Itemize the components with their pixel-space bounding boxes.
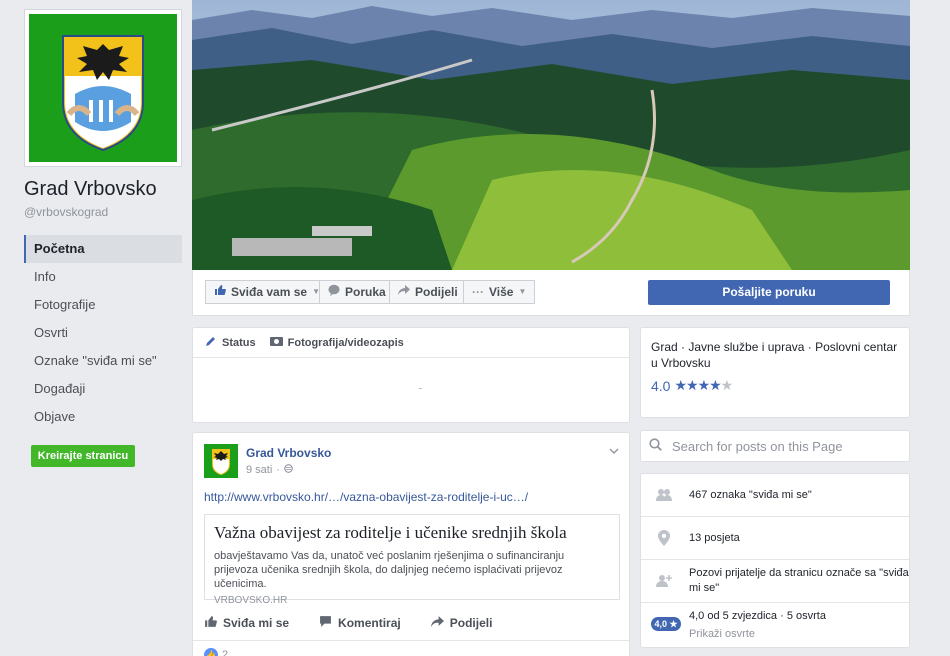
like-reaction-icon: 👍	[204, 648, 218, 656]
page-location: u Vrbovsku	[651, 356, 711, 370]
page-handle: @vrbovskograd	[24, 205, 109, 219]
sidebar-item-likes[interactable]: Oznake "sviđa mi se"	[24, 347, 182, 375]
profile-picture[interactable]	[24, 9, 182, 167]
post-share-button[interactable]: Podijeli	[430, 615, 493, 631]
post-author-avatar[interactable]	[204, 444, 238, 478]
more-button[interactable]: ··· Više ▼	[463, 280, 536, 304]
send-message-button[interactable]: Pošaljite poruku	[648, 280, 890, 305]
page-title[interactable]: Grad Vrbovsko	[24, 178, 157, 201]
search-input[interactable]	[672, 438, 902, 454]
link-card-description: obavještavamo Vas da, unatoč već poslani…	[214, 550, 565, 590]
create-page-button[interactable]: Kreirajte stranicu	[31, 445, 135, 467]
rating-stars: ★★★★★	[674, 377, 733, 393]
message-button[interactable]: Poruka	[319, 280, 395, 304]
share-page-button[interactable]: Podijeli	[389, 280, 467, 304]
post-like-button[interactable]: Sviđa mi se	[204, 615, 289, 631]
sidebar-item-reviews[interactable]: Osvrti	[24, 319, 182, 347]
left-column: Grad Vrbovsko @vrbovskograd Početna Info…	[0, 0, 192, 656]
sidebar-item-info[interactable]: Info	[24, 263, 182, 291]
show-reviews-link[interactable]: Prikaži osvrte	[689, 627, 755, 642]
stat-visits-text: 13 posjeta	[689, 531, 740, 544]
post-comment-label: Komentiraj	[338, 616, 401, 630]
rating-badge: 4,0 ★	[651, 617, 681, 631]
location-pin-icon	[655, 529, 673, 547]
composer-placeholder-mark[interactable]	[419, 388, 422, 389]
stat-visits-row[interactable]: 13 posjeta	[641, 517, 909, 560]
rating-value: 4.0	[651, 377, 671, 394]
stat-likes-text: 467 oznaka "sviđa mi se"	[689, 488, 812, 501]
sidebar-item-events[interactable]: Događaji	[24, 375, 182, 403]
camera-icon	[269, 335, 283, 350]
post-composer: Status Fotografija/videozapis	[192, 327, 630, 423]
post-like-count[interactable]: 👍 2	[204, 648, 228, 656]
pencil-icon	[205, 335, 217, 350]
community-stats-card: 467 oznaka "sviđa mi se" 13 posjeta Pozo…	[640, 473, 910, 648]
stat-rating-text: 4,0 od 5 zvjezdica · 5 osvrta	[689, 610, 826, 622]
share-arrow-icon	[430, 615, 444, 631]
coat-of-arms-logo	[29, 14, 177, 162]
cover-photo[interactable]	[192, 0, 910, 270]
post-like-count-value: 2	[222, 649, 229, 656]
sidebar-item-posts[interactable]: Objave	[24, 403, 182, 431]
thumbs-up-icon	[214, 281, 226, 303]
about-card: Grad · Javne službe i uprava · Poslovni …	[640, 327, 910, 418]
post-like-label: Sviđa mi se	[223, 616, 290, 630]
like-page-button[interactable]: Sviđa vam se ▼	[205, 280, 329, 304]
tab-status[interactable]: Status	[205, 335, 256, 350]
comment-bubble-icon	[319, 615, 332, 631]
link-preview-card[interactable]: Važna obavijest za roditelje i učenike s…	[204, 514, 620, 606]
stat-rating-row[interactable]: 4,0 ★ 4,0 od 5 zvjezdica · 5 osvrta Prik…	[641, 603, 909, 646]
composer-tabs: Status Fotografija/videozapis	[193, 328, 629, 358]
landscape-image	[192, 0, 910, 270]
stat-invite-text: Pozovi prijatelje da stranicu označe sa …	[689, 567, 909, 594]
tab-status-label: Status	[222, 336, 256, 349]
thumbs-up-icon	[204, 615, 217, 631]
page-rating[interactable]: 4.0 ★★★★★	[651, 377, 899, 394]
page-post-search	[640, 430, 910, 462]
post-url-link[interactable]: http://www.vrbovsko.hr/…/vazna-obavijest…	[204, 490, 528, 504]
add-friend-icon	[655, 572, 673, 590]
share-arrow-icon	[398, 281, 410, 303]
dot-separator: ·	[276, 464, 280, 476]
link-card-title: Važna obavijest za roditelje i učenike s…	[214, 523, 567, 542]
search-icon	[649, 438, 662, 454]
page-post: Grad Vrbovsko 9 sati · http://www.vrbovs…	[192, 432, 630, 656]
post-share-label: Podijeli	[449, 616, 493, 630]
page-categories[interactable]: Grad · Javne službe i uprava · Poslovni …	[651, 339, 899, 355]
sidebar-item-photos[interactable]: Fotografije	[24, 291, 182, 319]
more-label: Više	[489, 285, 514, 299]
sidebar-item-home[interactable]: Početna	[24, 235, 182, 263]
link-card-source: VRBOVSKO.HR	[214, 595, 288, 606]
like-page-label: Sviđa vam se	[231, 285, 308, 299]
people-icon	[655, 486, 673, 504]
sidebar-nav: Početna Info Fotografije Osvrti Oznake "…	[24, 235, 182, 431]
page-action-bar: Sviđa vam se ▼ Poruka Podijeli ··· Više …	[192, 270, 910, 316]
post-author-name[interactable]: Grad Vrbovsko	[246, 446, 331, 460]
post-options-chevron-icon[interactable]	[609, 445, 619, 457]
tab-photo-video[interactable]: Fotografija/videozapis	[269, 335, 404, 350]
caret-down-icon: ▼	[518, 287, 527, 296]
post-time-label: 9 sati	[246, 464, 273, 476]
globe-icon	[284, 464, 293, 476]
post-divider	[193, 640, 629, 641]
message-label: Poruka	[345, 285, 386, 299]
tab-photo-video-label: Fotografija/videozapis	[287, 336, 404, 349]
post-timestamp[interactable]: 9 sati ·	[246, 464, 293, 476]
messenger-icon	[328, 281, 340, 303]
post-comment-button[interactable]: Komentiraj	[319, 615, 401, 631]
ellipsis-icon: ···	[472, 285, 484, 299]
stat-likes-row[interactable]: 467 oznaka "sviđa mi se"	[641, 474, 909, 517]
post-action-row: Sviđa mi se Komentiraj Podijeli	[204, 615, 620, 631]
stat-invite-row[interactable]: Pozovi prijatelje da stranicu označe sa …	[641, 560, 909, 603]
share-label: Podijeli	[415, 285, 458, 299]
